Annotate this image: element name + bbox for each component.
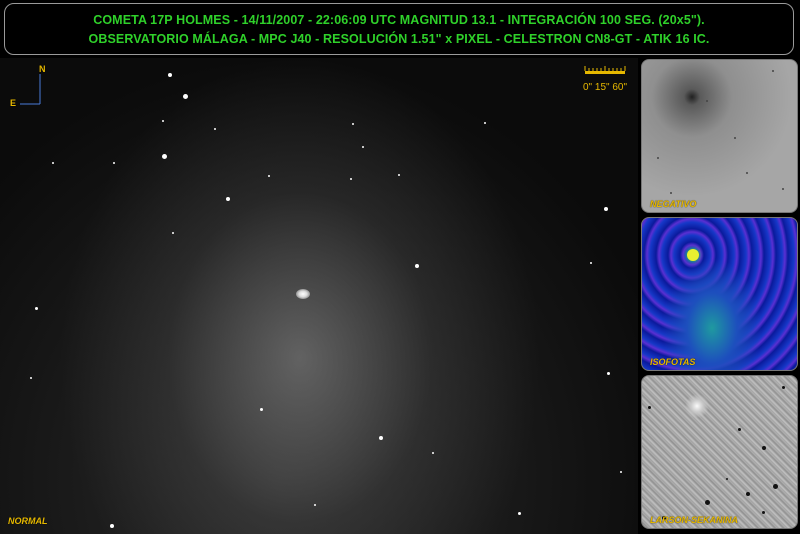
- star: [746, 492, 750, 496]
- panel-larson-sekanina: LARSON-SEKANINA: [641, 375, 798, 529]
- star: [415, 264, 419, 268]
- star: [260, 408, 263, 411]
- panel-label-negativo: NEGATIVO: [650, 199, 697, 209]
- header-line-1: COMETA 17P HOLMES - 14/11/2007 - 22:06:0…: [93, 13, 705, 27]
- star: [35, 307, 38, 310]
- star: [705, 500, 710, 505]
- star: [214, 128, 216, 130]
- star: [657, 157, 659, 159]
- scale-label: 0" 15" 60": [583, 82, 628, 93]
- star: [734, 137, 736, 139]
- scale-ruler-icon: [584, 66, 626, 74]
- comet-nucleus: [296, 289, 310, 299]
- star: [362, 146, 364, 148]
- normal-label: NORMAL: [8, 516, 48, 526]
- star: [607, 372, 610, 375]
- star: [518, 512, 521, 515]
- star: [782, 386, 785, 389]
- star: [773, 484, 778, 489]
- star: [782, 188, 784, 190]
- star: [314, 504, 316, 506]
- star: [226, 197, 230, 201]
- star: [162, 120, 164, 122]
- star: [268, 175, 270, 177]
- star: [772, 70, 774, 72]
- panel-negative: NEGATIVO: [641, 59, 798, 213]
- star: [484, 122, 486, 124]
- star: [726, 478, 728, 480]
- star: [162, 154, 167, 159]
- star: [670, 192, 672, 194]
- star: [738, 428, 741, 431]
- star: [746, 172, 748, 174]
- compass-north-label: N: [39, 64, 46, 74]
- star: [706, 100, 708, 102]
- star: [172, 232, 174, 234]
- star: [648, 406, 651, 409]
- comet-image-normal: NORMAL: [0, 58, 638, 534]
- star: [110, 524, 114, 528]
- star: [30, 377, 32, 379]
- panel-label-isofotas: ISOFOTAS: [650, 357, 696, 367]
- star: [762, 446, 766, 450]
- panel-label-larson-sekanina: LARSON-SEKANINA: [650, 515, 739, 525]
- star: [432, 452, 434, 454]
- panel-isophotes: ISOFOTAS: [641, 217, 798, 371]
- star: [350, 178, 352, 180]
- star: [604, 207, 608, 211]
- star: [183, 94, 188, 99]
- compass: N E: [8, 64, 48, 110]
- star: [620, 471, 622, 473]
- star: [352, 123, 354, 125]
- header-line-2: OBSERVATORIO MÁLAGA - MPC J40 - RESOLUCI…: [88, 32, 710, 46]
- star: [52, 162, 54, 164]
- star: [379, 436, 383, 440]
- header-banner: COMETA 17P HOLMES - 14/11/2007 - 22:06:0…: [4, 3, 794, 55]
- star: [168, 73, 172, 77]
- star: [398, 174, 400, 176]
- star: [762, 511, 765, 514]
- compass-east-label: E: [10, 98, 17, 108]
- isophote-nucleus: [687, 249, 699, 261]
- star: [113, 162, 115, 164]
- star: [590, 262, 592, 264]
